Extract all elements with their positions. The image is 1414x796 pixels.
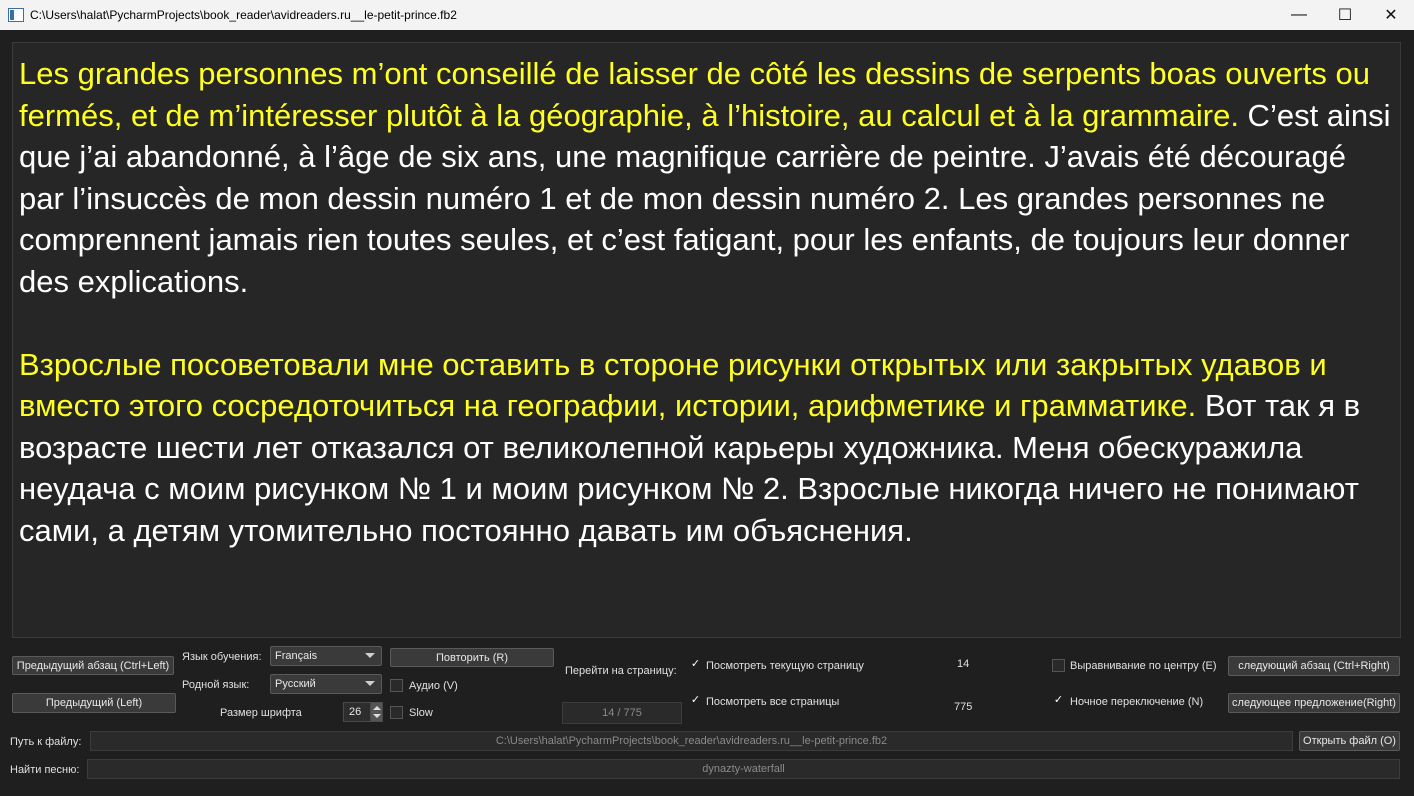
app-icon xyxy=(8,8,24,22)
paragraph-russian: Взрослые посоветовали мне оставить в сто… xyxy=(19,344,1394,552)
audio-label: Аудио (V) xyxy=(409,680,458,692)
chevron-down-icon xyxy=(365,653,375,658)
night-toggle-label: Ночное переключение (N) xyxy=(1070,696,1204,708)
highlighted-sentence: Les grandes personnes m’ont conseillé de… xyxy=(19,56,1371,133)
font-size-value: 26 xyxy=(349,706,362,718)
learn-language-value: Français xyxy=(275,650,318,662)
font-size-spinbox[interactable]: 26 xyxy=(343,702,383,722)
find-song-input[interactable]: dynazty-waterfall xyxy=(87,759,1400,779)
file-path-input[interactable]: C:\Users\halat\PycharmProjects\book_read… xyxy=(90,731,1293,751)
goto-page-label: Перейти на страницу: xyxy=(565,665,677,677)
spin-arrows-icon[interactable] xyxy=(370,703,382,721)
highlighted-sentence: Взрослые посоветовали мне оставить в сто… xyxy=(19,346,1327,424)
prev-paragraph-button[interactable]: Предыдущий абзац (Ctrl+Left) xyxy=(12,656,174,675)
reader-text-area[interactable]: Les grandes personnes m’ont conseillé de… xyxy=(12,42,1401,638)
native-language-select[interactable]: Русский xyxy=(270,674,382,694)
paragraph-french: Les grandes personnes m’ont conseillé de… xyxy=(19,53,1394,302)
font-size-label: Размер шрифта xyxy=(220,707,302,719)
audio-checkbox[interactable] xyxy=(390,679,403,692)
prev-button[interactable]: Предыдущий (Left) xyxy=(12,693,176,713)
window-title: C:\Users\halat\PycharmProjects\book_read… xyxy=(30,8,457,22)
night-toggle-checkbox[interactable]: ✓ xyxy=(1052,695,1065,708)
learn-language-select[interactable]: Français xyxy=(270,646,382,666)
view-current-page-checkbox[interactable]: ✓ xyxy=(689,659,702,672)
chevron-down-icon xyxy=(365,681,375,686)
repeat-button[interactable]: Повторить (R) xyxy=(390,648,554,667)
file-path-label: Путь к файлу: xyxy=(10,736,82,748)
title-bar: C:\Users\halat\PycharmProjects\book_read… xyxy=(0,0,1414,30)
center-align-checkbox[interactable] xyxy=(1052,659,1065,672)
native-language-label: Родной язык: xyxy=(182,679,250,691)
next-paragraph-button[interactable]: следующий абзац (Ctrl+Right) xyxy=(1228,656,1400,676)
open-file-button[interactable]: Открыть файл (O) xyxy=(1299,731,1400,751)
learn-language-label: Язык обучения: xyxy=(182,651,262,663)
native-language-value: Русский xyxy=(275,678,316,690)
page-input[interactable]: 14 / 775 xyxy=(562,702,682,724)
slow-checkbox[interactable] xyxy=(390,706,403,719)
find-song-label: Найти песню: xyxy=(10,764,80,776)
slow-label: Slow xyxy=(409,707,433,719)
total-pages-number: 775 xyxy=(954,701,973,713)
center-align-label: Выравнивание по центру (E) xyxy=(1070,660,1217,672)
maximize-button[interactable]: ☐ xyxy=(1322,0,1368,30)
main-window: Les grandes personnes m’ont conseillé de… xyxy=(0,30,1414,796)
view-all-pages-checkbox[interactable]: ✓ xyxy=(689,695,702,708)
close-button[interactable]: ✕ xyxy=(1368,0,1414,30)
view-current-page-label: Посмотреть текущую страницу xyxy=(706,660,864,672)
view-all-pages-label: Посмотреть все страницы xyxy=(706,696,840,708)
next-sentence-button[interactable]: следующее предложение(Right) xyxy=(1228,693,1400,713)
minimize-button[interactable]: — xyxy=(1276,0,1322,30)
current-page-number: 14 xyxy=(957,658,970,670)
